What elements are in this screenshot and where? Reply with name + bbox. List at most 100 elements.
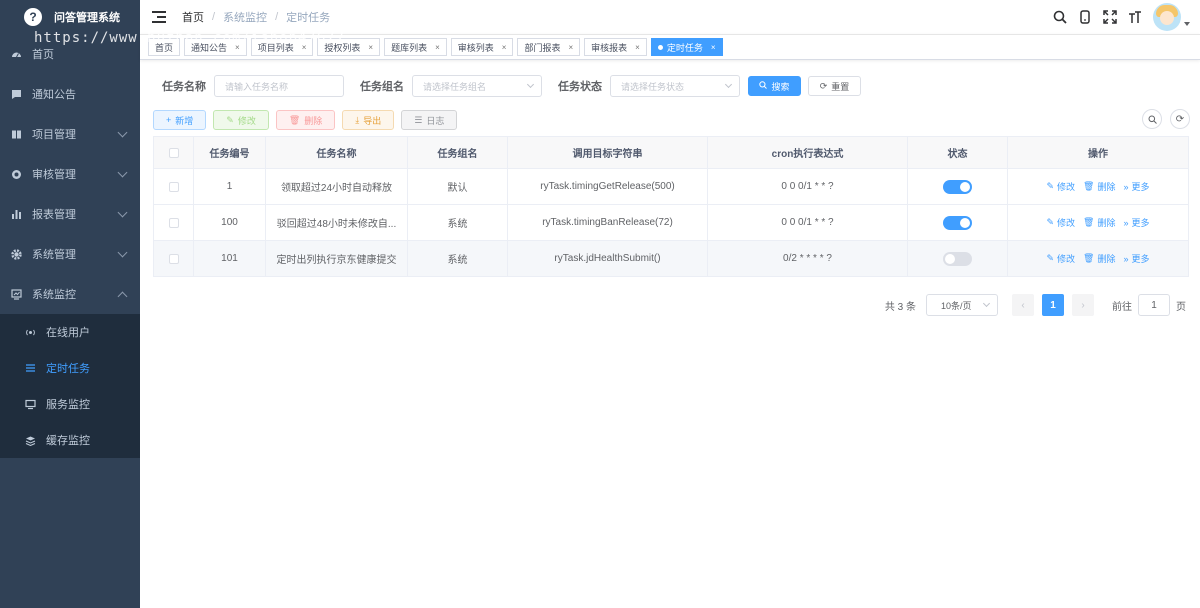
caret-down-icon[interactable] <box>1184 22 1190 26</box>
row-more-button[interactable]: » 更多 <box>1123 252 1149 265</box>
select-all-checkbox[interactable] <box>168 147 179 158</box>
chevron-down-icon <box>724 80 733 89</box>
edit-icon: ✎ <box>226 114 234 125</box>
delete-button[interactable]: 🗑 删除 <box>275 110 336 130</box>
row-delete-button[interactable]: 🗑 删除 <box>1083 180 1115 193</box>
cron-expression: 0/2 * * * * ? <box>783 253 832 264</box>
job-id: 1 <box>226 181 233 192</box>
row-edit-button[interactable]: ✎ 修改 <box>1046 216 1075 229</box>
fullscreen-icon[interactable] <box>1102 9 1118 25</box>
search-icon[interactable] <box>1052 9 1068 25</box>
column-header: 调用目标字符串 <box>508 137 708 168</box>
invoke-target: ryTask.jdHealthSubmit() <box>554 253 661 264</box>
job-id: 100 <box>221 217 238 228</box>
watermark: https://www.huzhan.com/ishop47677 <box>34 30 346 46</box>
app-title: 问答管理系统 <box>54 12 120 24</box>
mobile-icon[interactable] <box>1077 9 1093 25</box>
row-edit-button[interactable]: ✎ 修改 <box>1046 252 1075 265</box>
tag-6[interactable]: 部门报表 × <box>517 38 581 56</box>
breadcrumb-home[interactable]: 首页 <box>182 9 204 25</box>
submenu-item-0[interactable]: 在线用户 <box>0 314 140 350</box>
goto-page-input[interactable]: 1 <box>1138 294 1170 316</box>
submenu-item-3[interactable]: 缓存监控 <box>0 422 140 458</box>
task-group-select[interactable]: 请选择任务组名 <box>412 75 542 97</box>
page-number-button[interactable]: 1 <box>1042 294 1064 316</box>
row-delete-button[interactable]: 🗑 删除 <box>1083 216 1115 229</box>
refresh-icon[interactable]: ⟳ <box>1170 109 1190 129</box>
task-status-select[interactable]: 请选择任务状态 <box>610 75 740 97</box>
tag-5[interactable]: 审核列表 × <box>450 38 514 56</box>
chevron-down-icon <box>117 207 128 218</box>
sidebar-item-5[interactable]: 系统管理 <box>0 234 140 274</box>
column-header: 任务编号 <box>194 137 266 168</box>
row-checkbox[interactable] <box>168 253 179 264</box>
breadcrumb-system-monitor[interactable]: 系统监控 <box>223 9 267 25</box>
sidebar-item-4[interactable]: 报表管理 <box>0 194 140 234</box>
page-suffix: 页 <box>1176 301 1186 313</box>
navbar: 首页 / 系统监控 / 定时任务 <box>140 0 1200 34</box>
row-more-button[interactable]: » 更多 <box>1123 180 1149 193</box>
search-button[interactable]: 搜索 <box>748 76 801 96</box>
tag-label: 题库列表 <box>391 42 428 53</box>
search-form: 任务名称 请输入任务名称 任务组名 请选择任务组名 任务状态 请选择任务状态 搜… <box>162 75 861 97</box>
edit-icon: ✎ <box>1046 253 1055 263</box>
chevron-down-icon <box>117 127 128 138</box>
submenu-item-label: 缓存监控 <box>46 435 90 447</box>
op-label: 更多 <box>1131 254 1150 264</box>
row-edit-button[interactable]: ✎ 修改 <box>1046 180 1075 193</box>
reset-button[interactable]: ⟳ 重置 <box>808 76 861 96</box>
add-button[interactable]: + 新增 <box>153 110 207 130</box>
close-icon[interactable]: × <box>435 43 440 52</box>
export-button[interactable]: ⤓ 导出 <box>342 110 395 130</box>
logo-icon: ? <box>24 8 42 26</box>
edit-button[interactable]: ✎ 修改 <box>213 110 269 130</box>
font-size-icon[interactable] <box>1127 9 1143 25</box>
column-header: 任务组名 <box>408 137 508 168</box>
close-icon[interactable]: × <box>711 43 716 52</box>
column-header: cron执行表达式 <box>708 137 908 168</box>
op-label: 更多 <box>1131 182 1150 192</box>
status-switch[interactable] <box>943 215 972 230</box>
submenu-item-1[interactable]: 定时任务 <box>0 350 140 386</box>
task-status-label: 任务状态 <box>558 81 602 93</box>
switch-knob <box>945 253 955 264</box>
main-content: 任务名称 请输入任务名称 任务组名 请选择任务组名 任务状态 请选择任务状态 搜… <box>140 60 1200 608</box>
tag-8[interactable]: 定时任务 × <box>650 38 723 56</box>
close-icon[interactable]: × <box>368 43 373 52</box>
row-checkbox[interactable] <box>168 181 179 192</box>
sidebar-item-1[interactable]: 通知公告 <box>0 74 140 114</box>
next-page-button[interactable]: › <box>1072 294 1094 316</box>
op-label: 删除 <box>1097 254 1116 264</box>
prev-page-button[interactable]: ‹ <box>1012 294 1034 316</box>
row-delete-button[interactable]: 🗑 删除 <box>1083 252 1115 265</box>
sidebar-item-6[interactable]: 系统监控 <box>0 274 140 314</box>
tag-4[interactable]: 题库列表 × <box>384 38 447 56</box>
op-label: 修改 <box>1057 218 1076 228</box>
submenu-item-2[interactable]: 服务监控 <box>0 386 140 422</box>
chevron-down-icon <box>117 247 128 258</box>
avatar[interactable] <box>1153 3 1181 31</box>
dashboard-icon <box>10 48 22 60</box>
row-more-button[interactable]: » 更多 <box>1123 216 1149 229</box>
log-button[interactable]: ☰ 日志 <box>401 110 458 130</box>
job-group: 默认 <box>447 183 468 194</box>
job-table: 任务编号 任务名称 任务组名 调用目标字符串 cron执行表达式 状态 操作 1… <box>153 136 1189 277</box>
status-switch[interactable] <box>943 251 972 266</box>
tag-7[interactable]: 审核报表 × <box>584 38 647 56</box>
right-toolbar: ⟳ <box>1134 109 1190 129</box>
double-arrow-right-icon: » <box>1123 253 1129 264</box>
goto-label: 前往 <box>1112 301 1132 313</box>
hamburger-icon[interactable] <box>152 11 166 23</box>
status-switch[interactable] <box>943 179 972 194</box>
toggle-search-icon[interactable] <box>1142 109 1162 129</box>
app-logo[interactable]: ? 问答管理系统 <box>0 0 140 34</box>
close-icon[interactable]: × <box>635 43 640 52</box>
close-icon[interactable]: × <box>502 43 507 52</box>
row-checkbox[interactable] <box>168 217 179 228</box>
close-icon[interactable]: × <box>568 43 573 52</box>
job-group: 系统 <box>447 219 468 230</box>
sidebar-item-2[interactable]: 项目管理 <box>0 114 140 154</box>
task-name-input[interactable]: 请输入任务名称 <box>214 75 344 97</box>
page-size-select[interactable]: 10条/页 <box>926 294 998 316</box>
sidebar-item-3[interactable]: 审核管理 <box>0 154 140 194</box>
